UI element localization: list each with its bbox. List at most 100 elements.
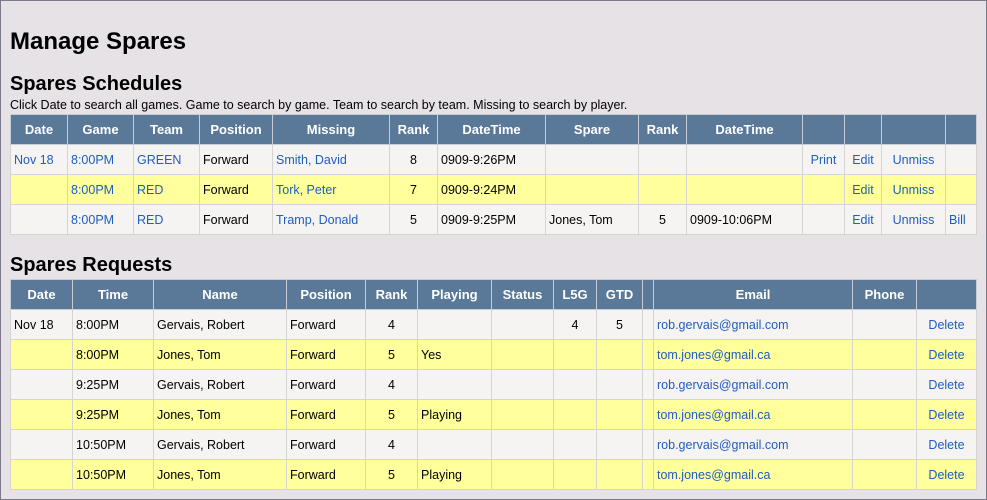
missing-link[interactable]: Smith, David <box>272 144 390 175</box>
l5g-cell <box>553 399 597 430</box>
gtd-cell <box>596 429 643 460</box>
bill-link[interactable] <box>945 174 977 205</box>
spacer-cell <box>642 369 654 400</box>
delete-link[interactable]: Delete <box>916 339 977 370</box>
bill-link[interactable] <box>945 144 977 175</box>
position-cell: Forward <box>199 204 273 235</box>
print-link[interactable]: Print <box>802 144 845 175</box>
l5g-cell <box>553 369 597 400</box>
gtd-cell <box>596 369 643 400</box>
email-link[interactable]: rob.gervais@gmail.com <box>653 369 853 400</box>
delete-link[interactable]: Delete <box>916 429 977 460</box>
col-position: Position <box>286 279 366 310</box>
unmiss-link[interactable]: Unmiss <box>881 144 946 175</box>
table-row: Nov 18 8:00PM Gervais, Robert Forward 4 … <box>10 309 977 340</box>
col-date: Date <box>10 114 68 145</box>
date-cell <box>10 339 73 370</box>
spare-datetime-cell <box>686 174 803 205</box>
bill-link[interactable]: Bill <box>945 204 977 235</box>
table-row: 8:00PM RED Forward Tramp, Donald 5 0909-… <box>10 204 977 235</box>
team-link[interactable]: RED <box>133 174 200 205</box>
phone-cell <box>852 429 917 460</box>
gtd-cell <box>596 399 643 430</box>
col-position: Position <box>199 114 273 145</box>
date-link[interactable] <box>10 174 68 205</box>
rank-cell: 4 <box>365 309 418 340</box>
unmiss-link[interactable]: Unmiss <box>881 204 946 235</box>
spacer-cell <box>642 459 654 490</box>
unmiss-link[interactable]: Unmiss <box>881 174 946 205</box>
col-rank: Rank <box>365 279 418 310</box>
rank-cell: 7 <box>389 174 438 205</box>
position-cell: Forward <box>199 144 273 175</box>
position-cell: Forward <box>286 339 366 370</box>
missing-link[interactable]: Tramp, Donald <box>272 204 390 235</box>
email-link[interactable]: tom.jones@gmail.ca <box>653 339 853 370</box>
position-cell: Forward <box>199 174 273 205</box>
status-cell <box>491 429 554 460</box>
rank-cell: 5 <box>365 339 418 370</box>
col-spacer <box>642 279 654 310</box>
time-cell: 10:50PM <box>72 429 154 460</box>
team-link[interactable]: GREEN <box>133 144 200 175</box>
playing-cell <box>417 309 492 340</box>
phone-cell <box>852 399 917 430</box>
email-link[interactable]: rob.gervais@gmail.com <box>653 309 853 340</box>
col-spare-datetime: DateTime <box>686 114 803 145</box>
page-title: Manage Spares <box>10 28 187 55</box>
position-cell: Forward <box>286 459 366 490</box>
col-date: Date <box>10 279 73 310</box>
email-link[interactable]: tom.jones@gmail.ca <box>653 459 853 490</box>
spacer-cell <box>642 429 654 460</box>
game-link[interactable]: 8:00PM <box>67 144 134 175</box>
name-cell: Jones, Tom <box>153 399 287 430</box>
col-bill <box>945 114 977 145</box>
phone-cell <box>852 459 917 490</box>
table-row: 9:25PM Jones, Tom Forward 5 Playing tom.… <box>10 399 977 430</box>
print-link[interactable] <box>802 204 845 235</box>
email-link[interactable]: rob.gervais@gmail.com <box>653 429 853 460</box>
missing-link[interactable]: Tork, Peter <box>272 174 390 205</box>
phone-cell <box>852 309 917 340</box>
game-link[interactable]: 8:00PM <box>67 174 134 205</box>
table-row: 8:00PM Jones, Tom Forward 5 Yes tom.jone… <box>10 339 977 370</box>
spare-cell <box>545 144 639 175</box>
datetime-cell: 0909-9:26PM <box>437 144 546 175</box>
phone-cell <box>852 339 917 370</box>
spacer-cell <box>642 309 654 340</box>
name-cell: Gervais, Robert <box>153 429 287 460</box>
delete-link[interactable]: Delete <box>916 459 977 490</box>
requests-header-row: Date Time Name Position Rank Playing Sta… <box>10 279 977 310</box>
position-cell: Forward <box>286 399 366 430</box>
game-link[interactable]: 8:00PM <box>67 204 134 235</box>
requests-heading: Spares Requests <box>10 254 173 276</box>
delete-link[interactable]: Delete <box>916 309 977 340</box>
col-playing: Playing <box>417 279 492 310</box>
date-cell <box>10 369 73 400</box>
print-link[interactable] <box>802 174 845 205</box>
col-team: Team <box>133 114 200 145</box>
edit-link[interactable]: Edit <box>844 174 882 205</box>
playing-cell: Playing <box>417 459 492 490</box>
playing-cell <box>417 429 492 460</box>
email-link[interactable]: tom.jones@gmail.ca <box>653 399 853 430</box>
delete-link[interactable]: Delete <box>916 369 977 400</box>
team-link[interactable]: RED <box>133 204 200 235</box>
schedules-instructions: Click Date to search all games. Game to … <box>10 98 628 112</box>
date-cell <box>10 459 73 490</box>
spare-rank-cell <box>638 144 687 175</box>
rank-cell: 4 <box>365 369 418 400</box>
date-link[interactable]: Nov 18 <box>10 144 68 175</box>
edit-link[interactable]: Edit <box>844 204 882 235</box>
col-edit <box>844 114 882 145</box>
date-link[interactable] <box>10 204 68 235</box>
col-game: Game <box>67 114 134 145</box>
datetime-cell: 0909-9:25PM <box>437 204 546 235</box>
table-row: Nov 18 8:00PM GREEN Forward Smith, David… <box>10 144 977 175</box>
edit-link[interactable]: Edit <box>844 144 882 175</box>
delete-link[interactable]: Delete <box>916 399 977 430</box>
time-cell: 10:50PM <box>72 459 154 490</box>
playing-cell: Yes <box>417 339 492 370</box>
status-cell <box>491 309 554 340</box>
position-cell: Forward <box>286 429 366 460</box>
